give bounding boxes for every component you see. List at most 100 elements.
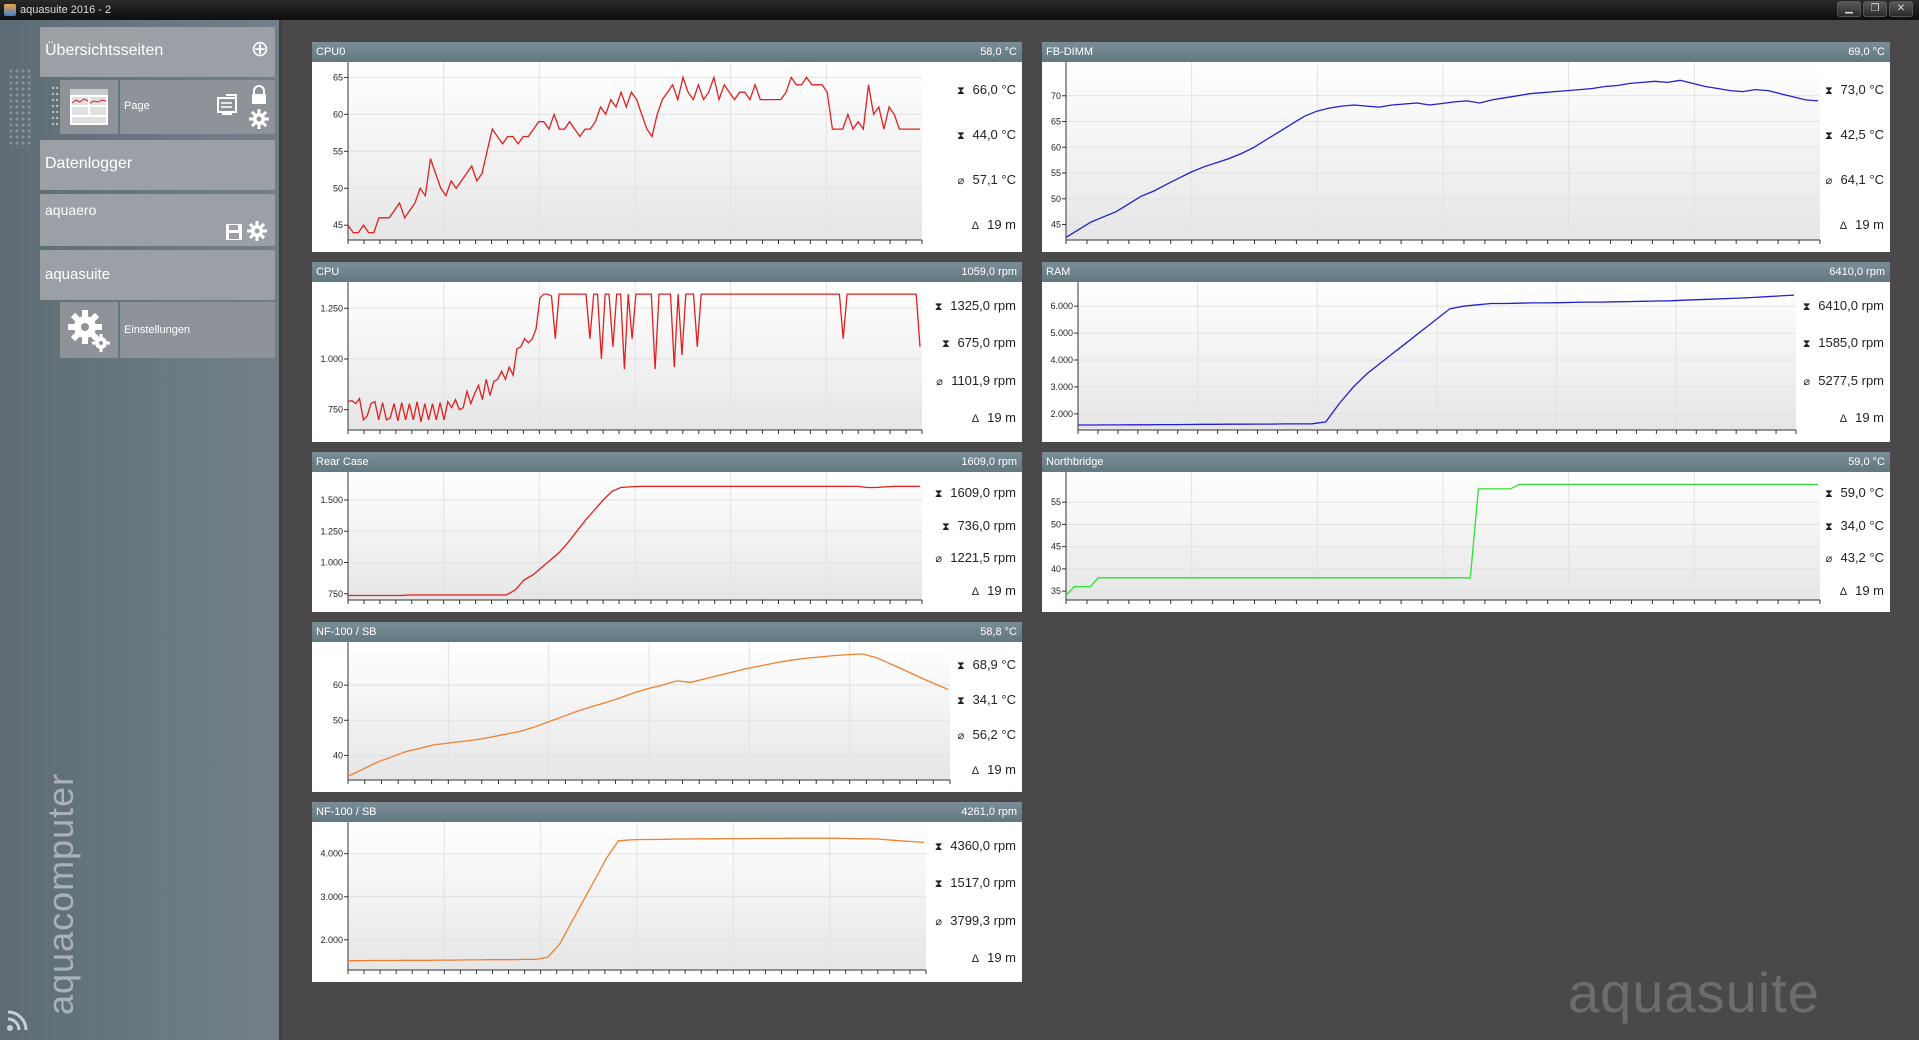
chart-header: Northbridge 59,0 °C xyxy=(1042,452,1890,472)
min-arrow-icon: ⧗ xyxy=(941,338,950,351)
stat-max: ⧗ 1609,0 rpm xyxy=(931,485,1016,501)
stat-value: 19 m xyxy=(983,761,1016,777)
chart-header: NF-100 / SB 4261,0 rpm xyxy=(312,802,1022,822)
chart-panel[interactable]: Rear Case 1609,0 rpm 750 1.000 1.250 1.500 ⧗ 1… xyxy=(312,452,1022,612)
settings-gear-tile[interactable] xyxy=(60,302,118,358)
chart-header: NF-100 / SB 58,8 °C xyxy=(312,622,1022,642)
max-arrow-icon: ⧗ xyxy=(957,84,965,97)
stat-value: 6410,0 rpm xyxy=(1814,297,1884,313)
stat-value: 1585,0 rpm xyxy=(1814,335,1884,351)
close-button[interactable]: ✕ xyxy=(1889,1,1913,17)
timespan-icon: Δ xyxy=(1839,413,1848,426)
gear-icon[interactable] xyxy=(248,108,270,130)
stat-value: 56,2 °C xyxy=(968,726,1016,742)
stat-span: Δ 19 m xyxy=(1835,583,1884,598)
max-arrow-icon: ⧗ xyxy=(1802,300,1811,313)
y-tick-label: 750 xyxy=(328,405,343,415)
max-arrow-icon: ⧗ xyxy=(934,840,943,853)
stat-min: ⧗ 1585,0 rpm xyxy=(1799,335,1884,351)
y-tick-label: 50 xyxy=(333,183,343,193)
sidebar-item-datalogger[interactable]: Datenlogger xyxy=(40,140,275,190)
max-arrow-icon: ⧗ xyxy=(934,488,943,501)
stat-value: 66,0 °C xyxy=(968,81,1016,97)
chart-panel[interactable]: Northbridge 59,0 °C 35 40 45 50 55 ⧗ 59,0 °C ⧗ 3… xyxy=(1042,452,1890,612)
y-tick-label: 750 xyxy=(328,589,343,599)
chart-title: NF-100 / SB xyxy=(316,806,377,818)
stat-avg: ⌀ 56,2 °C xyxy=(953,727,1016,742)
y-tick-label: 55 xyxy=(1051,168,1061,178)
line-chart: 750 1.000 1.250 1.500 xyxy=(320,472,923,604)
page-label: Page xyxy=(124,100,150,112)
y-tick-label: 6.000 xyxy=(1050,301,1073,311)
lock-icon[interactable] xyxy=(248,84,270,106)
chart-panel[interactable]: RAM 6410,0 rpm 2.000 3.000 4.000 5.000 6.000 ⧗ … xyxy=(1042,262,1890,442)
restore-button[interactable]: ❐ xyxy=(1863,1,1887,17)
sidebar-item-aquaero[interactable]: aquaero xyxy=(40,194,275,246)
timespan-icon: Δ xyxy=(1839,219,1848,232)
rss-feed-icon[interactable] xyxy=(4,1008,30,1034)
gear-icon[interactable] xyxy=(246,220,268,242)
aquacomputer-logo-text: aquacomputer xyxy=(40,772,81,1015)
chart-title: RAM xyxy=(1046,266,1071,278)
sidebar-item-label: Datenlogger xyxy=(45,155,133,172)
min-arrow-icon: ⧗ xyxy=(957,694,965,707)
current-value: 58,0 °C xyxy=(980,46,1017,58)
plus-circle-icon[interactable]: ⊕ xyxy=(248,37,272,61)
current-value: 6410,0 rpm xyxy=(1829,266,1885,278)
y-tick-label: 60 xyxy=(333,680,343,690)
stat-avg: ⌀ 43,2 °C xyxy=(1821,550,1884,565)
y-tick-label: 50 xyxy=(1051,519,1061,529)
chart-title: CPU0 xyxy=(316,46,346,58)
stat-value: 19 m xyxy=(1851,410,1884,426)
stat-value: 34,1 °C xyxy=(968,691,1016,707)
floppy-icon[interactable] xyxy=(224,222,244,242)
stat-avg: ⌀ 1221,5 rpm xyxy=(931,550,1016,565)
stat-min: ⧗ 736,0 rpm xyxy=(938,518,1016,534)
aquasuite-watermark: aquasuite xyxy=(1568,961,1820,1024)
chart-panel[interactable]: NF-100 / SB 58,8 °C 40 50 60 ⧗ 68,9 °C ⧗ 34,1 … xyxy=(312,622,1022,792)
stat-min: ⧗ 1517,0 rpm xyxy=(931,875,1016,891)
sidebar: Übersichtsseiten ⊕ Page Datenlogger aqua… xyxy=(0,20,282,1040)
chart-panel[interactable]: FB-DIMM 69,0 °C 45 50 55 60 65 70 ⧗ 73,0 °C ⧗ 42,… xyxy=(1042,42,1890,252)
stat-max: ⧗ 73,0 °C xyxy=(1821,82,1884,98)
chart-panel[interactable]: NF-100 / SB 4261,0 rpm 2.000 3.000 4.000 ⧗ 43… xyxy=(312,802,1022,982)
sidebar-item-aquasuite[interactable]: aquasuite xyxy=(40,250,275,300)
chart-header: CPU 1059,0 rpm xyxy=(312,262,1022,282)
average-icon: ⌀ xyxy=(957,729,965,742)
minimize-button[interactable]: ▁ xyxy=(1837,1,1861,17)
y-tick-label: 45 xyxy=(333,220,343,230)
y-tick-label: 40 xyxy=(1051,564,1061,574)
y-tick-label: 50 xyxy=(333,715,343,725)
sidebar-item-page[interactable]: Page xyxy=(120,80,275,134)
y-tick-label: 4.000 xyxy=(1050,355,1073,365)
average-icon: ⌀ xyxy=(935,553,942,566)
stat-avg: ⌀ 5277,5 rpm xyxy=(1799,373,1884,388)
y-tick-label: 45 xyxy=(1051,220,1061,230)
window-title: aquasuite 2016 - 2 xyxy=(20,4,112,16)
max-arrow-icon: ⧗ xyxy=(934,300,943,313)
stat-min: ⧗ 34,1 °C xyxy=(953,692,1016,708)
stat-value: 43,2 °C xyxy=(1836,550,1884,566)
chart-header: RAM 6410,0 rpm xyxy=(1042,262,1890,282)
stat-value: 19 m xyxy=(1851,582,1884,598)
y-tick-label: 70 xyxy=(1051,91,1061,101)
stat-max: ⧗ 4360,0 rpm xyxy=(931,838,1016,854)
stat-value: 34,0 °C xyxy=(1836,517,1884,533)
stat-span: Δ 19 m xyxy=(967,950,1016,965)
stat-span: Δ 19 m xyxy=(1835,410,1884,425)
chart-panel[interactable]: CPU0 58,0 °C 45 50 55 60 65 ⧗ 66,0 °C ⧗ 44,0 °C ⌀… xyxy=(312,42,1022,252)
settings-label: Einstellungen xyxy=(124,324,191,336)
current-value: 1609,0 rpm xyxy=(961,456,1017,468)
sidebar-item-overview[interactable]: Übersichtsseiten ⊕ xyxy=(40,27,275,77)
y-tick-label: 65 xyxy=(1051,117,1061,127)
sidebar-item-settings[interactable]: Einstellungen xyxy=(120,302,275,358)
stat-avg: ⌀ 64,1 °C xyxy=(1821,172,1884,187)
chart-panel[interactable]: CPU 1059,0 rpm 750 1.000 1.250 ⧗ 1325,0 rpm ⧗ … xyxy=(312,262,1022,442)
stat-value: 19 m xyxy=(983,582,1016,598)
stat-value: 57,1 °C xyxy=(968,171,1016,187)
current-value: 58,8 °C xyxy=(980,626,1017,638)
page-thumbnail[interactable] xyxy=(60,80,118,134)
y-tick-label: 1.250 xyxy=(320,526,343,536)
min-arrow-icon: ⧗ xyxy=(1825,520,1833,533)
page-export-icon[interactable] xyxy=(214,92,242,120)
